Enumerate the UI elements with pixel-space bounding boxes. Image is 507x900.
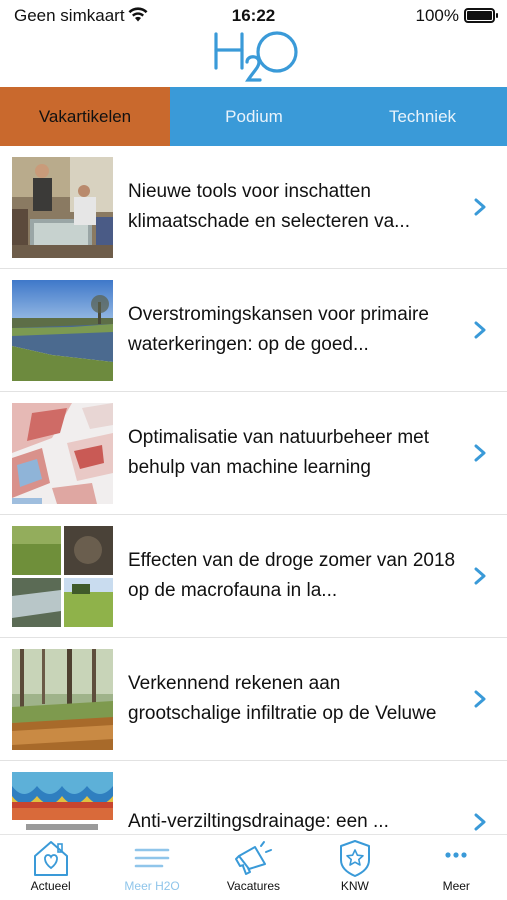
nav-knw-label: KNW <box>340 879 369 893</box>
article-thumbnail-meeting <box>12 157 113 258</box>
article-title: Anti-verziltingsdrainage: een ... <box>128 811 389 832</box>
chevron-right-icon <box>474 444 486 462</box>
nav-vacatures[interactable]: Vacatures <box>203 835 304 900</box>
lines-icon <box>134 848 170 868</box>
article-thumbnail-river <box>12 280 113 381</box>
h2o-logo <box>214 31 298 82</box>
battery-percentage: 100% <box>415 6 459 25</box>
battery-icon <box>464 8 498 23</box>
tab-techniek[interactable]: Techniek <box>338 87 507 146</box>
list-item[interactable]: Overstromingskansen voor primaire waterk… <box>0 269 507 392</box>
nav-actueel[interactable]: Actueel <box>0 835 101 900</box>
chevron-right-icon <box>474 813 486 831</box>
bottom-tab-bar: Actueel Meer H2O Vacatures KNW Meer <box>0 834 507 900</box>
section-tabs: Vakartikelen Podium Techniek <box>0 87 507 146</box>
nav-actueel-label: Actueel <box>30 879 71 893</box>
nav-meer-label: Meer <box>442 879 470 893</box>
home-heart-icon <box>33 841 68 876</box>
nav-meer-h2o[interactable]: Meer H2O <box>101 835 202 900</box>
status-bar: Geen simkaart 16:22 100% <box>0 0 507 30</box>
article-thumbnail-map <box>12 403 113 504</box>
article-title: Effecten van de droge zomer van 2018 op … <box>128 550 456 601</box>
nav-vacatures-label: Vacatures <box>226 879 281 893</box>
article-thumbnail-salinity-chart <box>12 772 113 834</box>
list-item[interactable]: Verkennend rekenen aan grootschalige inf… <box>0 638 507 761</box>
article-thumbnail-forest-stream <box>12 649 113 750</box>
article-title: Nieuwe tools voor inschatten klimaatscha… <box>128 181 410 232</box>
megaphone-icon <box>235 841 273 875</box>
article-title: Overstromingskansen voor primaire waterk… <box>128 304 429 355</box>
chevron-right-icon <box>474 690 486 708</box>
nav-meer-h2o-label: Meer H2O <box>124 879 180 893</box>
nav-knw[interactable]: KNW <box>304 835 405 900</box>
article-thumbnail-stream-grid <box>12 526 113 627</box>
more-dots-icon <box>445 852 467 858</box>
tab-podium[interactable]: Podium <box>170 87 338 146</box>
chevron-right-icon <box>474 321 486 339</box>
article-list: Nieuwe tools voor inschatten klimaatscha… <box>0 146 507 834</box>
chevron-right-icon <box>474 567 486 585</box>
list-item[interactable]: Anti-verziltingsdrainage: een ... <box>0 761 507 834</box>
list-item[interactable]: Optimalisatie van natuurbeheer met behul… <box>0 392 507 515</box>
article-title: Optimalisatie van natuurbeheer met behul… <box>128 427 429 478</box>
chevron-right-icon <box>474 198 486 216</box>
nav-meer[interactable]: Meer <box>406 835 507 900</box>
badge-star-icon <box>339 840 370 877</box>
article-title: Verkennend rekenen aan grootschalige inf… <box>128 673 437 724</box>
list-item[interactable]: Nieuwe tools voor inschatten klimaatscha… <box>0 146 507 269</box>
tab-vakartikelen[interactable]: Vakartikelen <box>0 87 170 146</box>
list-item[interactable]: Effecten van de droge zomer van 2018 op … <box>0 515 507 638</box>
